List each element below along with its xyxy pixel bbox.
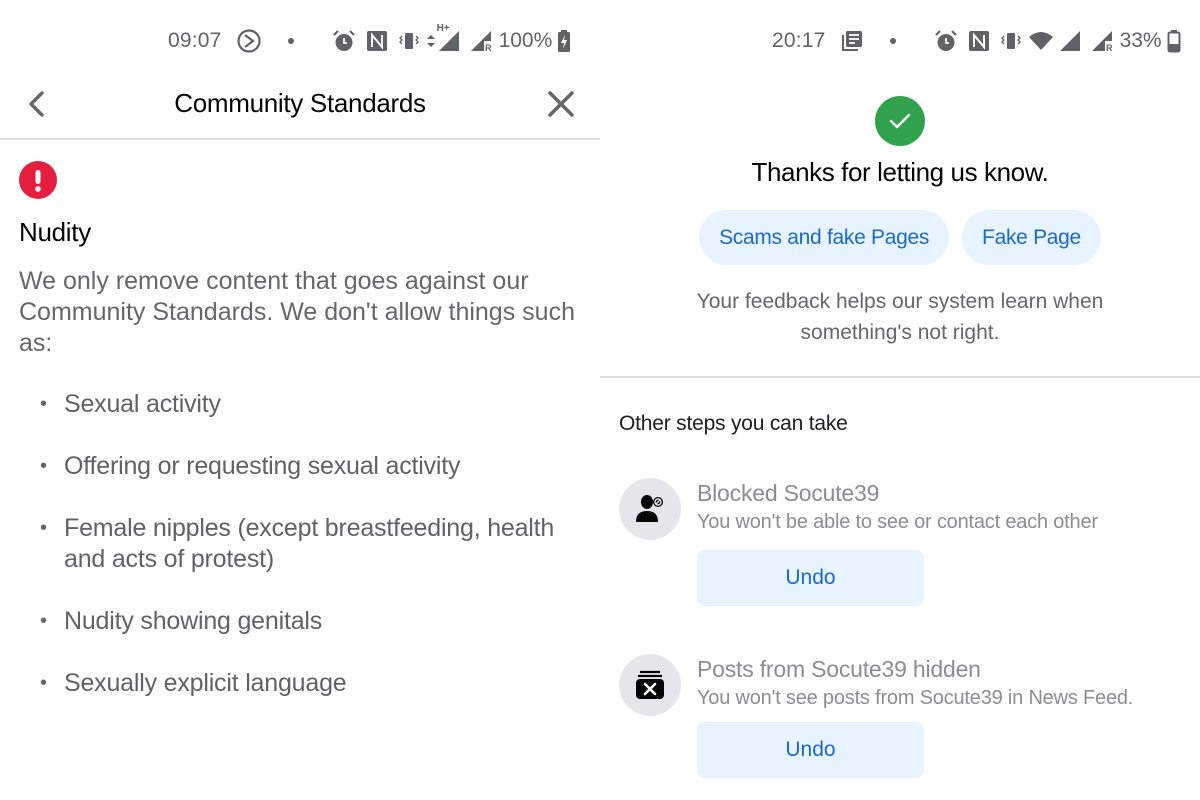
signal-roaming-icon: R — [469, 29, 493, 53]
news-icon — [840, 29, 864, 53]
alarm-icon — [934, 29, 958, 53]
signal-roaming-icon: R — [1090, 29, 1114, 53]
community-standards-screen: 09:07 H+ R 100% Community Standards Nudi… — [0, 0, 600, 800]
signal-icon — [1058, 29, 1082, 53]
svg-text:R: R — [1106, 43, 1113, 53]
intro-text: We only remove content that goes against… — [19, 267, 575, 357]
wifi-icon — [1028, 30, 1054, 52]
top-app-bar: Community Standards — [0, 70, 600, 140]
nfc-icon — [968, 30, 990, 52]
battery-icon — [1167, 29, 1181, 53]
step-title: Blocked Socute39 — [697, 480, 880, 506]
status-time: 09:07 — [168, 29, 222, 52]
alarm-icon — [332, 29, 356, 53]
page-title: Community Standards — [174, 88, 426, 118]
chip-scams-and-fake-pages[interactable]: Scams and fake Pages — [699, 210, 950, 265]
divider — [600, 376, 1200, 378]
list-item: Female nipples (except breastfeeding, he… — [40, 513, 580, 575]
report-confirmation-screen: 20:17 R 33% Thanks for letting us know. — [600, 0, 1200, 800]
chip-fake-page[interactable]: Fake Page — [962, 210, 1101, 265]
list-item: Nudity showing genitals — [40, 606, 580, 637]
feedback-text: Your feedback helps our system learn whe… — [696, 290, 1104, 344]
media-cast-icon — [236, 28, 262, 54]
svg-text:R: R — [485, 43, 492, 53]
nfc-icon — [366, 30, 388, 52]
list-item: Offering or requesting sexual activity — [40, 451, 580, 482]
hidden-posts-icon — [619, 654, 681, 716]
vibrate-icon — [398, 30, 420, 52]
step-title: Posts from Socute39 hidden — [697, 656, 981, 682]
vibrate-icon — [1000, 30, 1022, 52]
notification-dot — [287, 38, 294, 44]
report-category-chips: Scams and fake Pages Fake Page — [600, 210, 1200, 265]
list-item: Sexual activity — [40, 389, 580, 420]
blocked-user-icon — [619, 478, 681, 540]
checkmark-icon — [875, 96, 925, 146]
undo-block-button[interactable]: Undo — [697, 550, 924, 606]
network-type-label: H+ — [436, 23, 450, 34]
step-description: You won't be able to see or contact each… — [697, 511, 1098, 533]
confirmation-title: Thanks for letting us know. — [751, 157, 1049, 187]
exclamation-icon — [19, 161, 57, 199]
status-time: 20:17 — [772, 29, 826, 52]
data-arrows-icon — [426, 31, 436, 51]
close-button[interactable] — [546, 89, 576, 119]
battery-percent: 100% — [498, 29, 553, 52]
close-icon — [548, 91, 574, 117]
battery-percent: 33% — [1119, 29, 1162, 52]
signal-hplus-icon: H+ — [437, 23, 461, 53]
list-item: Sexually explicit language — [40, 668, 580, 699]
status-bar: 20:17 R 33% — [772, 26, 1181, 56]
section-title: Nudity — [19, 217, 91, 247]
notification-dot — [889, 38, 896, 44]
battery-charging-icon — [557, 29, 571, 53]
other-steps-title: Other steps you can take — [619, 412, 848, 435]
status-bar: 09:07 H+ R 100% — [168, 23, 571, 56]
step-description: You won't see posts from Socute39 in New… — [697, 687, 1134, 709]
undo-hide-posts-button[interactable]: Undo — [697, 722, 924, 778]
rules-list: Sexual activity Offering or requesting s… — [40, 389, 580, 730]
